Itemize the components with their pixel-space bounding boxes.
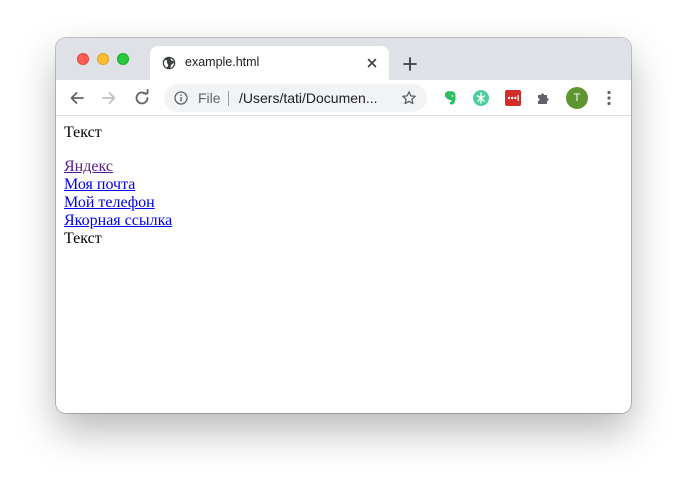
link-my-mail[interactable]: Моя почта <box>64 176 172 194</box>
browser-window: example.html File /Users/tati/Documen...… <box>56 38 631 413</box>
window-close-button[interactable] <box>77 53 89 65</box>
title-bar: example.html <box>56 38 631 80</box>
reload-icon[interactable] <box>132 88 152 108</box>
profile-avatar[interactable]: T <box>566 87 588 109</box>
address-separator <box>228 91 229 106</box>
window-minimize-button[interactable] <box>97 53 109 65</box>
link-list: Яндекс Моя почта Мой телефон Якорная ссы… <box>64 158 172 248</box>
bookmark-star-icon[interactable] <box>401 90 417 106</box>
address-bar[interactable]: File /Users/tati/Documen... <box>164 84 427 112</box>
tab-example[interactable]: example.html <box>150 46 389 80</box>
scheme-label: File <box>198 90 221 106</box>
close-icon[interactable] <box>365 56 379 70</box>
lastpass-extension-icon[interactable] <box>504 89 522 107</box>
forward-arrow-icon[interactable] <box>99 88 119 108</box>
link-yandex[interactable]: Яндекс <box>64 158 172 176</box>
more-menu-icon[interactable] <box>603 89 615 107</box>
window-maximize-button[interactable] <box>117 53 129 65</box>
link-anchor[interactable]: Якорная ссылка <box>64 212 172 230</box>
evernote-extension-icon[interactable] <box>441 89 459 107</box>
trailing-text: Текст <box>64 230 102 247</box>
page-viewport: Текст Яндекс Моя почта Мой телефон Якорн… <box>56 116 631 413</box>
browser-toolbar: File /Users/tati/Documen... T <box>56 80 631 116</box>
info-icon[interactable] <box>174 91 188 105</box>
puzzle-extensions-icon[interactable] <box>535 89 553 107</box>
grammar-extension-icon[interactable] <box>472 89 490 107</box>
link-my-phone[interactable]: Мой телефон <box>64 194 172 212</box>
back-arrow-icon[interactable] <box>67 88 87 108</box>
tab-title: example.html <box>185 55 260 69</box>
url-text[interactable]: /Users/tati/Documen... <box>239 90 378 106</box>
paragraph-text: Текст <box>64 124 102 141</box>
globe-icon <box>162 56 176 70</box>
new-tab-plus-icon[interactable] <box>400 54 420 74</box>
